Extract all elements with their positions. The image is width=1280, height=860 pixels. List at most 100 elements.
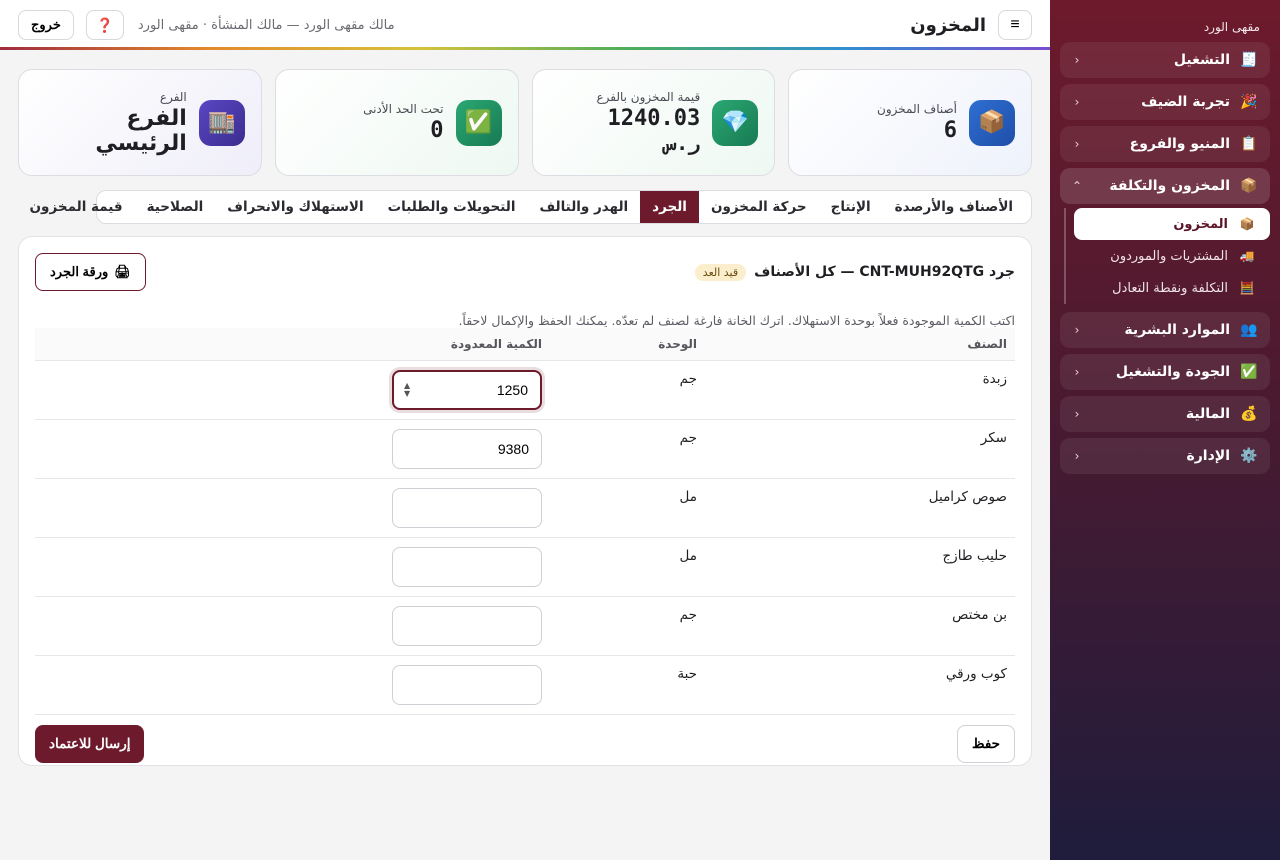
item-unit: جم bbox=[550, 595, 705, 655]
stat-currency: ر.س bbox=[664, 131, 701, 155]
printer-icon: 🖨 bbox=[114, 264, 131, 279]
item-name: كوب ورقي bbox=[705, 654, 1015, 715]
table-row: حليب طازج مل bbox=[35, 536, 1015, 596]
tab-waste[interactable]: الهدر والتالف bbox=[527, 191, 640, 223]
receipt-icon: 🧾 bbox=[1240, 52, 1258, 68]
qty-input[interactable] bbox=[392, 664, 542, 705]
stat-value: الفرع الرئيسي bbox=[95, 105, 187, 156]
question-icon: ❓ bbox=[96, 16, 114, 33]
item-name: حليب طازج bbox=[705, 536, 1015, 596]
box-icon: 📦 bbox=[1239, 217, 1255, 231]
sidebar-item-label: الجودة والتشغيل bbox=[1115, 364, 1230, 380]
tab-inventory-value[interactable]: قيمة المخزون bbox=[18, 191, 135, 223]
sidebar-item-label: التشغيل bbox=[1173, 52, 1230, 68]
tab-stock-count[interactable]: الجرد bbox=[640, 191, 699, 223]
topbar: ≡ المخزون مالك مقهى الورد — مالك المنشأة… bbox=[0, 0, 1050, 50]
column-header-qty: الكمية المعدودة bbox=[384, 328, 550, 360]
count-title: جرد CNT-MUH92QTG — كل الأصناف bbox=[754, 264, 1015, 280]
stat-label: الفرع bbox=[159, 89, 187, 104]
chevron-left-icon: ‹ bbox=[1074, 137, 1080, 151]
status-badge: قيد العد bbox=[694, 263, 747, 281]
hamburger-icon: ≡ bbox=[1010, 16, 1020, 33]
chevron-left-icon: ‹ bbox=[1074, 95, 1080, 109]
sidebar-subitem-inventory[interactable]: 📦 المخزون bbox=[1074, 208, 1270, 240]
stat-label: تحت الحد الأدنى bbox=[363, 102, 444, 116]
box-icon: 📦 bbox=[969, 99, 1015, 146]
chevron-left-icon: ‹ bbox=[1074, 53, 1080, 67]
stat-value: 0 bbox=[430, 118, 444, 143]
item-unit: جم bbox=[550, 418, 705, 478]
column-header-item: الصنف bbox=[705, 328, 1015, 360]
page-title: المخزون bbox=[910, 14, 986, 36]
qty-input[interactable] bbox=[392, 487, 542, 528]
print-label: ورقة الجرد bbox=[50, 264, 109, 279]
sidebar-item-admin[interactable]: ⚙️ الإدارة ‹ bbox=[1060, 438, 1270, 474]
sidebar-item-guest-experience[interactable]: 🎉 تجربة الضيف ‹ bbox=[1060, 84, 1270, 120]
table-row: سكر جم bbox=[35, 418, 1015, 478]
chevron-left-icon: ‹ bbox=[1074, 449, 1080, 463]
gear-icon: ⚙️ bbox=[1240, 448, 1258, 464]
sidebar-subitem-purchasing[interactable]: 🚚 المشتريات والموردون bbox=[1074, 240, 1270, 272]
table-row: صوص كراميل مل bbox=[35, 477, 1015, 537]
sidebar-item-quality[interactable]: ✅ الجودة والتشغيل ‹ bbox=[1060, 354, 1270, 390]
sidebar-item-label: الإدارة bbox=[1186, 448, 1230, 464]
qty-input[interactable] bbox=[392, 369, 542, 410]
sidebar-subitem-label: المخزون bbox=[1173, 216, 1228, 232]
sidebar-item-label: الموارد البشرية bbox=[1124, 322, 1230, 338]
qty-input[interactable] bbox=[392, 605, 542, 646]
item-unit: مل bbox=[550, 536, 705, 596]
sidebar-item-hr[interactable]: 👥 الموارد البشرية ‹ bbox=[1060, 312, 1270, 348]
sidebar-subitem-label: التكلفة ونقطة التعادل bbox=[1112, 280, 1228, 296]
building-icon: 🏬 bbox=[198, 99, 245, 146]
stat-label: قيمة المخزون بالفرع bbox=[596, 90, 701, 104]
column-header-unit: الوحدة bbox=[550, 328, 705, 360]
item-name: زبدة bbox=[705, 359, 1015, 419]
table-row: كوب ورقي حبة bbox=[35, 654, 1015, 715]
chevron-left-icon: ‹ bbox=[1074, 365, 1080, 379]
tab-expiry[interactable]: الصلاحية bbox=[135, 191, 216, 223]
help-button[interactable]: ❓ bbox=[85, 10, 124, 40]
item-unit: جم bbox=[550, 359, 705, 419]
check-icon: ✅ bbox=[455, 99, 502, 146]
qty-input[interactable] bbox=[392, 428, 542, 469]
save-button[interactable]: حفظ bbox=[957, 724, 1015, 763]
stats-row: 📦 أصناف المخزون 6 💎 قيمة المخزون بالفرع … bbox=[18, 69, 1032, 176]
sidebar: مقهى الورد 🧾 التشغيل ‹ 🎉 تجربة الضيف ‹ 📋… bbox=[1050, 0, 1280, 860]
stat-card-below-min: ✅ تحت الحد الأدنى 0 bbox=[274, 69, 519, 176]
table-row: زبدة جم ▲▼ bbox=[35, 359, 1015, 419]
abacus-icon: 🧮 bbox=[1239, 281, 1255, 295]
chevron-left-icon: ‹ bbox=[1074, 323, 1080, 337]
spinner-arrows-icon[interactable]: ▲ ▼ bbox=[404, 381, 410, 398]
sidebar-subitem-label: المشتريات والموردون bbox=[1110, 248, 1228, 264]
sidebar-item-inventory-cost[interactable]: 📦 المخزون والتكلفة ⌃ bbox=[1060, 168, 1270, 204]
gem-icon: 💎 bbox=[712, 99, 759, 146]
sidebar-item-finance[interactable]: 💰 المالية ‹ bbox=[1060, 396, 1270, 432]
item-unit: حبة bbox=[550, 654, 705, 715]
item-name: سكر bbox=[705, 418, 1015, 478]
qty-input[interactable] bbox=[392, 546, 542, 587]
brand-name: مقهى الورد bbox=[1203, 20, 1260, 34]
tab-production[interactable]: الإنتاج bbox=[819, 191, 883, 223]
menu-toggle-button[interactable]: ≡ bbox=[998, 10, 1032, 40]
chevron-up-icon: ⌃ bbox=[1071, 179, 1083, 193]
sidebar-subitem-costing[interactable]: 🧮 التكلفة ونقطة التعادل bbox=[1074, 272, 1270, 304]
sidebar-item-menu-branches[interactable]: 📋 المنيو والفروع ‹ bbox=[1060, 126, 1270, 162]
sidebar-item-operations[interactable]: 🧾 التشغيل ‹ bbox=[1060, 42, 1270, 78]
logout-button[interactable]: خروج bbox=[18, 10, 74, 40]
table-row: بن مختص جم bbox=[35, 595, 1015, 655]
sidebar-item-label: المنيو والفروع bbox=[1129, 136, 1230, 152]
print-count-sheet-button[interactable]: 🖨 ورقة الجرد bbox=[35, 253, 146, 291]
stat-card-value: 💎 قيمة المخزون بالفرع 1240.03 ر.س bbox=[531, 69, 776, 176]
tab-items-balances[interactable]: الأصناف والأرصدة bbox=[883, 191, 1025, 223]
tab-consumption-variance[interactable]: الاستهلاك والانحراف bbox=[215, 191, 375, 223]
stat-card-branch: 🏬 الفرع الفرع الرئيسي bbox=[18, 69, 262, 176]
inventory-tabs: الأصناف والأرصدة الإنتاج حركة المخزون ال… bbox=[30, 190, 1032, 224]
check-icon: ✅ bbox=[1240, 364, 1258, 380]
tab-stock-movement[interactable]: حركة المخزون bbox=[699, 191, 819, 223]
submit-for-approval-button[interactable]: إرسال للاعتماد bbox=[35, 724, 145, 763]
stock-count-panel: جرد CNT-MUH92QTG — كل الأصناف قيد العد 🖨… bbox=[18, 236, 1032, 766]
stat-label: أصناف المخزون bbox=[877, 102, 957, 116]
people-icon: 👥 bbox=[1240, 322, 1258, 338]
stat-card-items: 📦 أصناف المخزون 6 bbox=[788, 69, 1032, 176]
tab-transfers[interactable]: التحويلات والطلبات bbox=[376, 191, 528, 223]
